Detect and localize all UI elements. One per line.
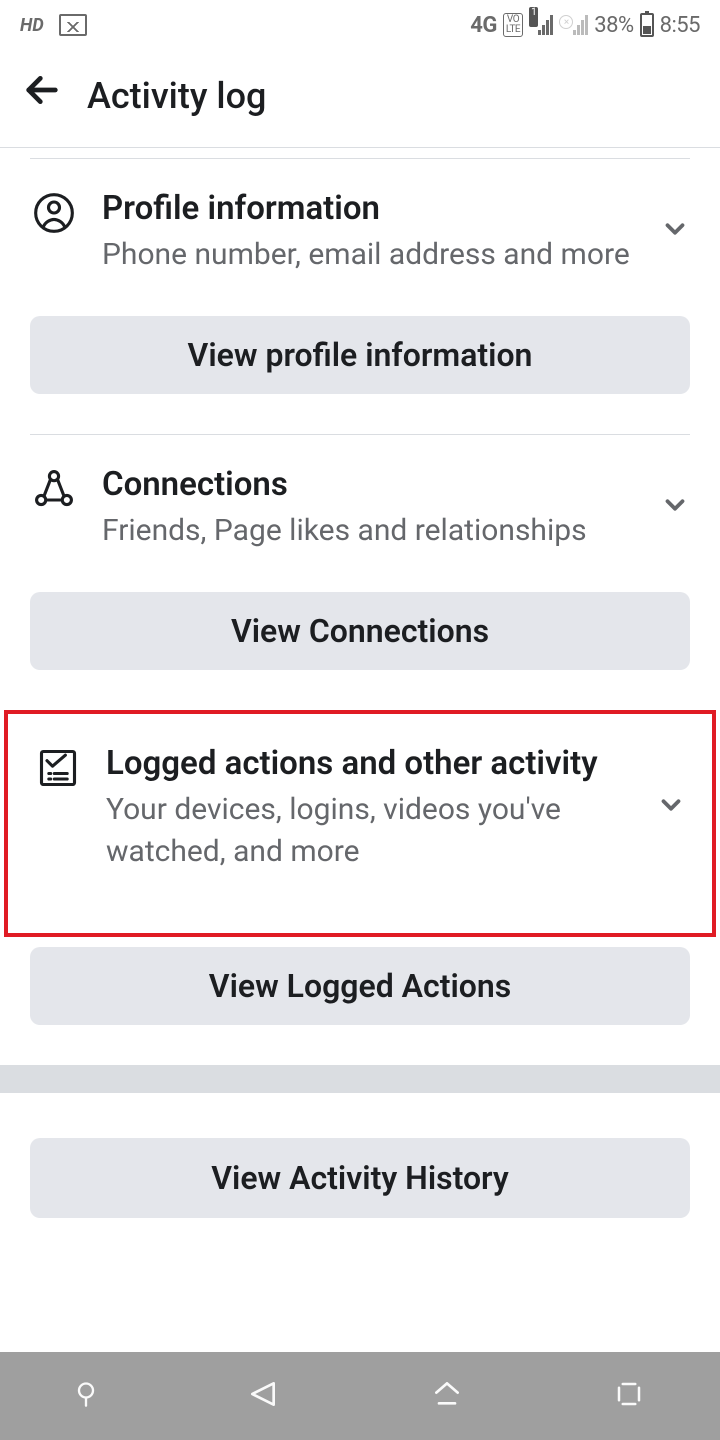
- annotation-highlight: Logged actions and other activity Your d…: [4, 710, 716, 937]
- volte-icon: VO LTE: [503, 13, 523, 37]
- chevron-down-icon: [660, 214, 690, 252]
- chevron-down-icon: [656, 790, 686, 828]
- view-profile-info-button[interactable]: View profile information: [30, 316, 690, 394]
- volte-bottom: LTE: [506, 25, 520, 35]
- connections-title: Connections: [102, 465, 636, 504]
- connections-sub: Friends, Page likes and relationships: [102, 510, 636, 552]
- sim2-signal-icon: ×: [559, 15, 588, 35]
- profile-info-sub: Phone number, email address and more: [102, 234, 636, 276]
- clock: 8:55: [660, 13, 700, 38]
- logged-actions-title: Logged actions and other activity: [106, 744, 632, 783]
- status-right: 4G VO LTE 1 × 38% 8:55: [470, 13, 700, 38]
- header: Activity log: [0, 50, 720, 148]
- profile-info-row[interactable]: Profile information Phone number, email …: [0, 159, 720, 296]
- view-connections-button[interactable]: View Connections: [30, 592, 690, 670]
- section-divider: [0, 1065, 720, 1093]
- checklist-icon: [34, 744, 82, 790]
- status-left: HD: [20, 14, 87, 36]
- back-arrow-icon[interactable]: [22, 70, 62, 121]
- hd-icon: HD: [20, 15, 44, 36]
- battery-percent: 38%: [594, 13, 633, 38]
- battery-icon: [640, 13, 654, 37]
- person-icon: [30, 189, 78, 235]
- picture-icon: [59, 14, 87, 36]
- assistant-icon[interactable]: [72, 1376, 100, 1416]
- view-activity-history-button[interactable]: View Activity History: [30, 1138, 690, 1218]
- logged-actions-row[interactable]: Logged actions and other activity Your d…: [8, 734, 712, 893]
- network-type: 4G: [470, 13, 497, 38]
- profile-info-title: Profile information: [102, 189, 636, 228]
- sim1-signal-icon: 1: [529, 15, 553, 35]
- connections-row[interactable]: Connections Friends, Page likes and rela…: [0, 435, 720, 572]
- chevron-down-icon: [660, 490, 690, 528]
- logged-actions-sub: Your devices, logins, videos you've watc…: [106, 789, 632, 873]
- android-nav-bar: [0, 1352, 720, 1440]
- nav-recent-icon[interactable]: [610, 1379, 648, 1413]
- status-bar: HD 4G VO LTE 1 × 38%: [0, 0, 720, 50]
- nav-home-icon[interactable]: [427, 1378, 467, 1414]
- page-title: Activity log: [87, 75, 266, 117]
- view-logged-actions-button[interactable]: View Logged Actions: [30, 947, 690, 1025]
- nav-back-icon[interactable]: [243, 1378, 283, 1414]
- connections-icon: [30, 465, 78, 511]
